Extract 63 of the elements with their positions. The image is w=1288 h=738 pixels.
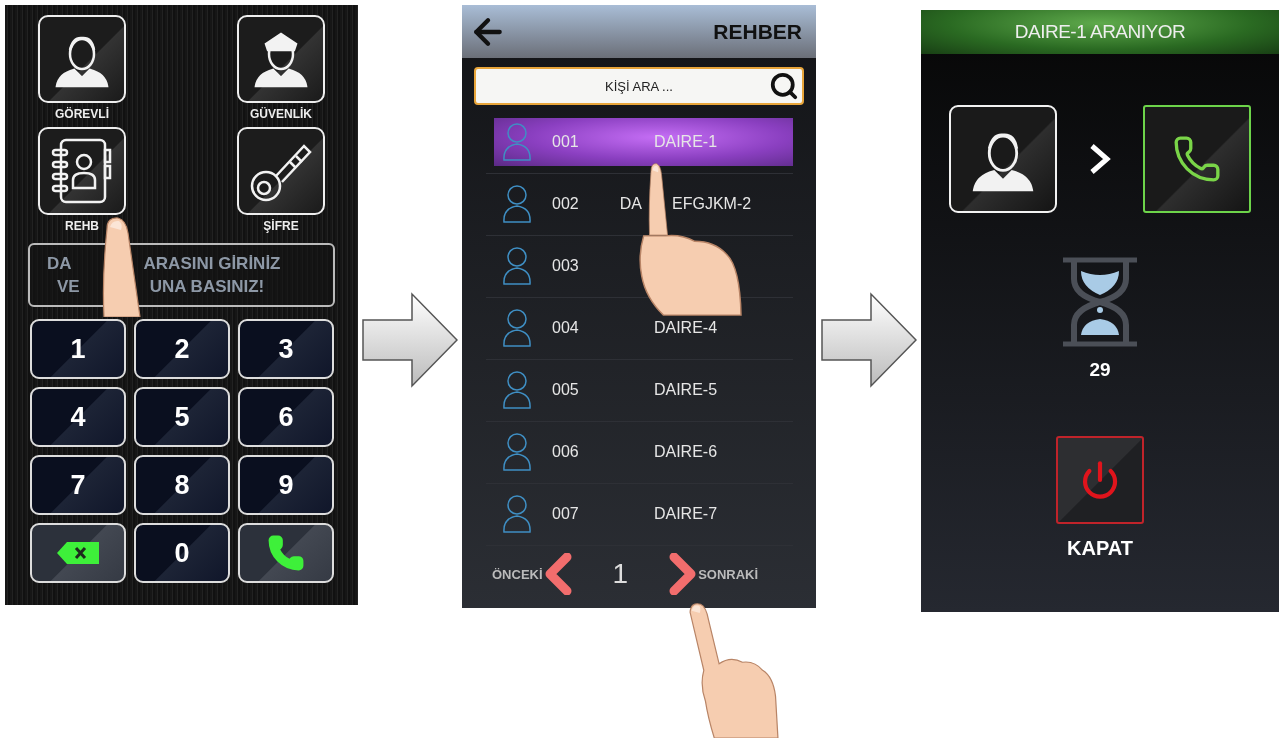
contact-number: 002 — [552, 195, 580, 213]
digit-key[interactable]: 2 — [134, 319, 230, 379]
digit-key[interactable]: 4 — [30, 387, 126, 447]
person-icon — [502, 246, 532, 286]
contact-name: EFGJKM-2 — [672, 195, 752, 213]
countdown: 29 — [1089, 359, 1111, 381]
contact-number: 001 — [552, 133, 580, 151]
contact-number: 003 — [552, 257, 580, 275]
digit-key[interactable]: 8 — [134, 455, 230, 515]
next-link[interactable]: SONRAKİ — [698, 566, 759, 582]
contact-name: DAIRE-4 — [653, 319, 718, 337]
digit-key[interactable]: 7 — [30, 455, 126, 515]
message-text: DA — [47, 253, 72, 274]
search-field[interactable]: KİŞİ ARA ... — [474, 67, 804, 105]
flow-arrow-icon — [362, 292, 458, 388]
contact-name: DAIRE-7 — [653, 505, 718, 523]
tile-label: GÜVENLİK — [250, 107, 312, 121]
message-text: VE — [57, 276, 80, 297]
person-icon — [502, 370, 532, 410]
hourglass-icon — [1061, 257, 1139, 347]
tile-button[interactable] — [237, 127, 325, 215]
call-key[interactable] — [238, 523, 334, 583]
contact-number: 007 — [552, 505, 580, 523]
digit-key[interactable]: 5 — [134, 387, 230, 447]
tile-label: GÖREVLİ — [55, 107, 109, 121]
person-icon — [502, 308, 532, 348]
tile-button[interactable] — [38, 15, 126, 103]
person-icon — [502, 184, 532, 224]
digit-key[interactable]: 1 — [30, 319, 126, 379]
contact-name: DAIRE-1 — [653, 133, 718, 151]
contact-number: 004 — [552, 319, 580, 337]
hang-up-label: KAPAT — [1067, 537, 1133, 560]
contact-name: DAIRE-5 — [653, 381, 718, 399]
power-icon — [1080, 460, 1120, 500]
tile-label: REHB — [65, 219, 99, 233]
finger-drawing — [648, 163, 668, 235]
search-icon — [769, 71, 799, 101]
backspace-key[interactable] — [30, 523, 126, 583]
message-text: ARASINI GİRİNİZ — [143, 253, 281, 274]
contact-name: DAIRE-6 — [653, 443, 718, 461]
message-text: UNA BASINIZ! — [149, 276, 265, 297]
digit-key[interactable]: 6 — [238, 387, 334, 447]
person-icon — [502, 122, 532, 162]
tile-button[interactable] — [38, 127, 126, 215]
screen-title: DAIRE-1 ARANIYOR — [1014, 21, 1186, 43]
digit-key[interactable]: 9 — [238, 455, 334, 515]
phone-icon — [267, 534, 305, 572]
backspace-icon — [56, 541, 100, 565]
previous-link[interactable]: ÖNCEKİ — [492, 566, 543, 582]
flow-arrow-icon — [820, 292, 917, 388]
phone-icon — [1172, 134, 1222, 184]
hang-up-button[interactable] — [1056, 436, 1144, 524]
contact-number: 005 — [552, 381, 580, 399]
tile-label: ŞİFRE — [263, 219, 299, 233]
contact-number: 006 — [552, 443, 580, 461]
screen-title: REHBER — [713, 19, 802, 44]
page-number: 1 — [612, 558, 629, 590]
contact-name: DA — [619, 195, 643, 213]
person-icon — [502, 494, 532, 534]
person-icon — [502, 432, 532, 472]
tile-button[interactable] — [237, 15, 325, 103]
digit-key[interactable]: 3 — [238, 319, 334, 379]
digit-key[interactable]: 0 — [134, 523, 230, 583]
